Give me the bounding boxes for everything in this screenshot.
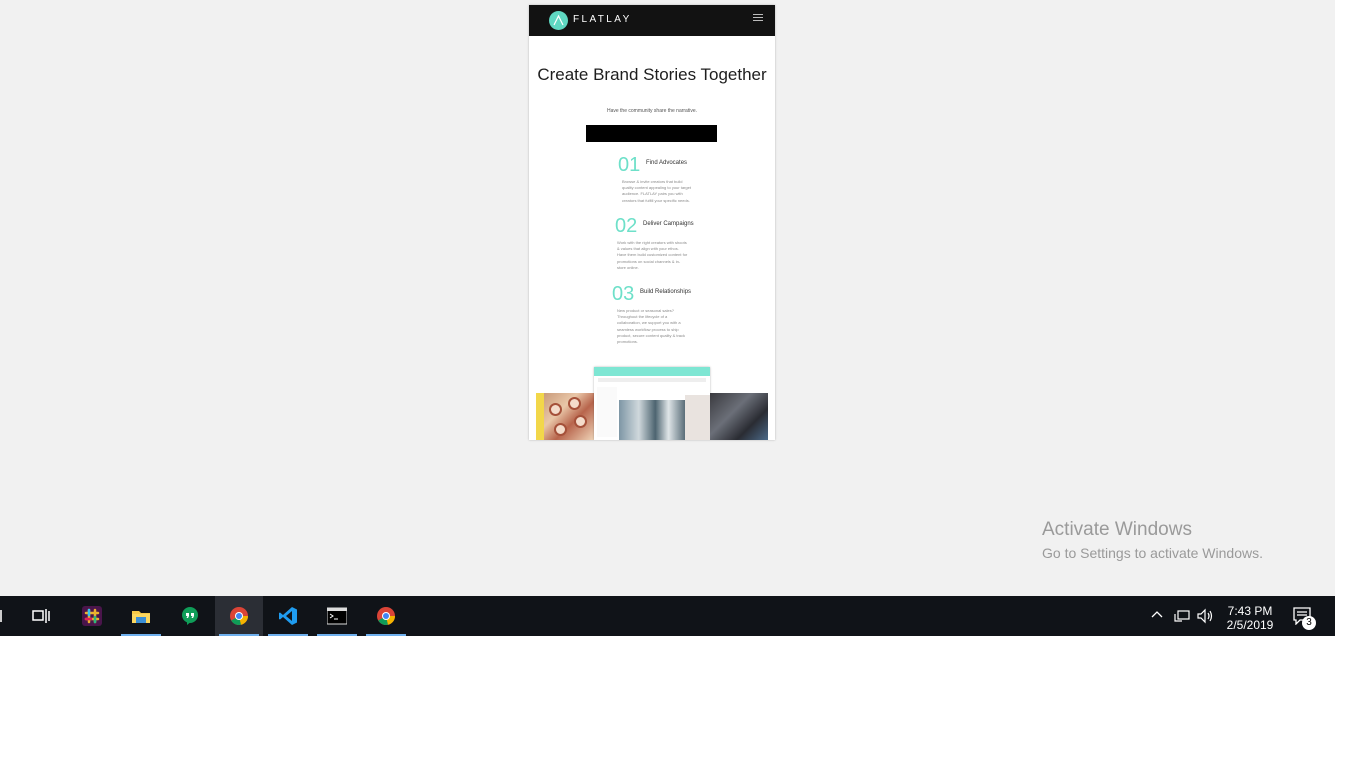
logo-icon[interactable] bbox=[549, 11, 568, 30]
hero-title: Create Brand Stories Together bbox=[537, 65, 767, 84]
hero-subtitle: Have the community share the narrative. bbox=[606, 108, 698, 114]
site-header: FLATLAY bbox=[529, 5, 775, 36]
clock-date[interactable]: 2/5/2019 bbox=[1222, 618, 1278, 632]
running-indicator bbox=[121, 634, 161, 636]
task-view-button[interactable] bbox=[17, 596, 65, 636]
step-body: New product or seasonal sales? Throughou… bbox=[617, 308, 686, 345]
network-icon[interactable] bbox=[1174, 608, 1190, 624]
step-body: Work with the right creators with shoots… bbox=[617, 240, 688, 270]
product-collage-image bbox=[536, 367, 768, 440]
activate-windows-subtitle: Go to Settings to activate Windows. bbox=[1042, 545, 1263, 561]
step-number: 03 bbox=[612, 283, 635, 305]
chevron-up-icon[interactable] bbox=[1150, 608, 1164, 622]
terminal-button[interactable] bbox=[313, 596, 361, 636]
taskbar bbox=[0, 596, 1335, 636]
step-number: 01 bbox=[618, 154, 641, 176]
volume-icon[interactable] bbox=[1197, 608, 1215, 624]
hangouts-button[interactable] bbox=[166, 596, 214, 636]
file-explorer-button[interactable] bbox=[117, 596, 165, 636]
chrome-2-button[interactable] bbox=[362, 596, 410, 636]
step-title: Find Advocates bbox=[646, 160, 688, 166]
folder-icon bbox=[132, 611, 150, 623]
chrome-icon bbox=[377, 607, 396, 626]
vscode-button[interactable] bbox=[264, 596, 312, 636]
step-body: Browse & invite creators that build qual… bbox=[622, 179, 691, 203]
step-title: Deliver Campaigns bbox=[643, 221, 694, 227]
screen-edge bbox=[1335, 0, 1366, 636]
chrome-icon bbox=[230, 607, 249, 626]
browser-mockup bbox=[594, 367, 710, 440]
brand-name[interactable]: FLATLAY bbox=[573, 14, 632, 25]
slack-button[interactable] bbox=[68, 596, 116, 636]
step-number: 02 bbox=[615, 215, 638, 237]
dark-photo bbox=[710, 393, 768, 440]
mobile-preview-window: FLATLAY Create Brand Stories Together Ha… bbox=[529, 5, 775, 440]
step-title: Build Relationships bbox=[640, 289, 692, 295]
start-edge bbox=[0, 610, 2, 622]
vscode-icon bbox=[279, 607, 297, 625]
terminal-icon bbox=[327, 607, 347, 625]
running-indicator bbox=[366, 634, 406, 636]
cta-button[interactable] bbox=[586, 125, 717, 142]
slack-icon bbox=[82, 606, 102, 626]
hamburger-menu-icon[interactable] bbox=[753, 14, 763, 22]
hangouts-icon bbox=[182, 607, 198, 625]
running-indicator bbox=[317, 634, 357, 636]
chrome-button[interactable] bbox=[215, 596, 263, 636]
activate-windows-title: Activate Windows bbox=[1042, 519, 1192, 540]
task-view-icon bbox=[32, 609, 50, 623]
donuts-photo bbox=[544, 393, 594, 440]
notification-badge[interactable]: 3 bbox=[1302, 616, 1316, 630]
running-indicator bbox=[219, 634, 259, 636]
clock-time[interactable]: 7:43 PM bbox=[1222, 604, 1278, 618]
running-indicator bbox=[268, 634, 308, 636]
